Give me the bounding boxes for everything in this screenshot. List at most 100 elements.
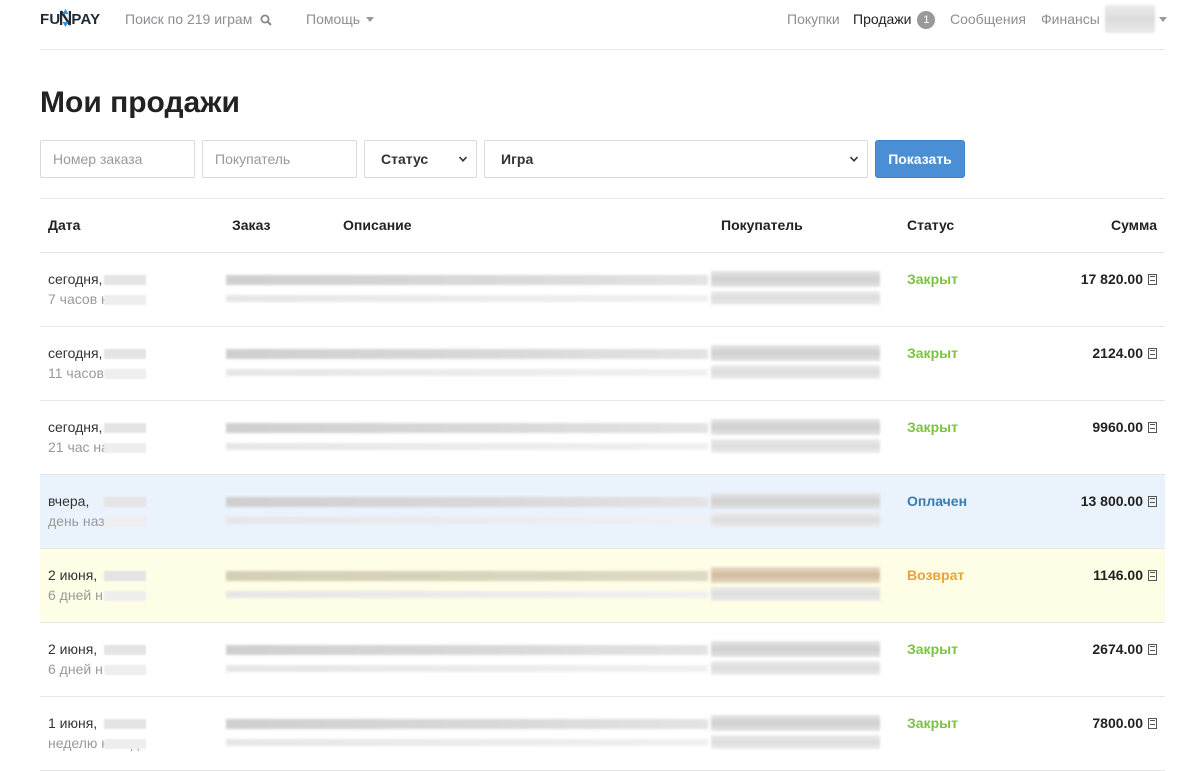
sales-label: Продажи (853, 11, 912, 27)
row-time-ago: 11 часов (48, 365, 104, 381)
redacted-time (104, 719, 146, 729)
game-search-label: Поиск по 219 играм (125, 11, 253, 27)
table-row[interactable]: сегодня, 11 часов Закрыт 2124.00 (40, 327, 1165, 401)
table-row[interactable]: сегодня, 21 час на Закрыт 9960.00 (40, 401, 1165, 475)
redacted-order-description[interactable] (226, 571, 708, 581)
ruble-icon (1148, 422, 1157, 433)
row-date: сегодня, (48, 419, 103, 435)
header-order: Заказ (232, 217, 271, 233)
table-row[interactable]: сегодня, 7 часов н Закрыт 17 820.00 (40, 253, 1165, 327)
row-status: Закрыт (907, 641, 958, 657)
amount-value: 17 820.00 (1080, 271, 1143, 287)
row-status: Закрыт (907, 715, 958, 731)
messages-label: Сообщения (950, 11, 1026, 27)
header-date: Дата (48, 217, 81, 233)
redacted-time (104, 739, 146, 749)
redacted-order-description (226, 665, 708, 672)
redacted-time (104, 645, 146, 655)
row-amount: 2124.00 (1092, 345, 1157, 361)
redacted-buyer[interactable] (711, 641, 880, 657)
nav-finances[interactable]: Финансы (1041, 11, 1100, 27)
redacted-order-description[interactable] (226, 645, 708, 655)
help-menu[interactable]: Помощь (306, 11, 375, 27)
row-status: Закрыт (907, 345, 958, 361)
row-amount: 2674.00 (1092, 641, 1157, 657)
chevron-down-icon (849, 156, 859, 162)
row-time-ago: 7 часов н (48, 291, 109, 307)
redacted-buyer (711, 587, 880, 601)
redacted-buyer (711, 365, 880, 379)
redacted-buyer[interactable] (711, 715, 880, 731)
sales-count-badge: 1 (917, 11, 936, 29)
row-amount: 1146.00 (1093, 567, 1157, 583)
game-select-value: Игра (501, 151, 534, 167)
redacted-order-description[interactable] (226, 719, 708, 729)
redacted-order-description[interactable] (226, 275, 708, 285)
redacted-time (104, 517, 146, 527)
status-select[interactable]: Статус (364, 140, 477, 178)
row-amount: 7800.00 (1092, 715, 1157, 731)
redacted-order-description[interactable] (226, 497, 708, 507)
chevron-down-icon (458, 156, 468, 162)
header-description: Описание (343, 217, 412, 233)
redacted-order-description[interactable] (226, 423, 708, 433)
row-date: 2 июня, (48, 567, 98, 583)
nav-purchases[interactable]: Покупки (787, 11, 840, 27)
game-search-link[interactable]: Поиск по 219 играм (125, 11, 273, 29)
row-status: Возврат (907, 567, 965, 583)
redacted-buyer[interactable] (711, 419, 880, 435)
funpay-logo[interactable]: FU PAY (40, 9, 100, 28)
redacted-order-description (226, 443, 708, 450)
row-date: вчера, (48, 493, 90, 509)
nav-sales[interactable]: Продажи 1 (853, 11, 936, 29)
sales-table: Дата Заказ Описание Покупатель Статус Су… (40, 198, 1165, 771)
redacted-buyer[interactable] (711, 567, 880, 583)
order-number-input[interactable] (40, 140, 195, 178)
redacted-order-description (226, 369, 708, 376)
redacted-buyer[interactable] (711, 345, 880, 361)
redacted-time (104, 423, 146, 433)
game-select[interactable]: Игра (484, 140, 868, 178)
row-amount: 9960.00 (1092, 419, 1157, 435)
redacted-buyer[interactable] (711, 493, 880, 509)
redacted-time (104, 591, 146, 601)
chevron-down-icon (366, 17, 375, 22)
purchases-label: Покупки (787, 11, 840, 27)
redacted-order-description (226, 591, 708, 598)
row-date: 2 июня, (48, 641, 98, 657)
table-row[interactable]: вчера, день наз Оплачен 13 800.00 (40, 475, 1165, 549)
logo-text: FU PAY (40, 9, 101, 28)
redacted-time (104, 275, 146, 285)
buyer-input[interactable] (202, 140, 357, 178)
redacted-order-description (226, 739, 708, 746)
amount-value: 2674.00 (1092, 641, 1143, 657)
nav-messages[interactable]: Сообщения (950, 11, 1026, 27)
top-navbar: FU PAY Поиск по 219 играм Помощь Покупки … (40, 0, 1167, 50)
table-row[interactable]: 1 июня, неделю назад Закрыт 7800.00 (40, 697, 1165, 771)
table-row[interactable]: 2 июня, 6 дней н Возврат 1146.00 (40, 549, 1165, 623)
header-status: Статус (907, 217, 955, 233)
redacted-buyer (711, 735, 880, 749)
ruble-icon (1148, 496, 1157, 507)
redacted-time (104, 497, 146, 507)
row-date: сегодня, (48, 345, 103, 361)
row-status: Оплачен (907, 493, 968, 509)
ruble-icon (1148, 274, 1157, 285)
help-label: Помощь (306, 11, 361, 27)
redacted-buyer[interactable] (711, 271, 880, 287)
show-button[interactable]: Показать (875, 140, 965, 178)
table-header: Дата Заказ Описание Покупатель Статус Су… (40, 199, 1165, 253)
row-date: сегодня, (48, 271, 103, 287)
redacted-time (104, 665, 146, 675)
redacted-order-description (226, 295, 708, 302)
row-status: Закрыт (907, 271, 958, 287)
row-time-ago: 6 дней н (48, 587, 103, 603)
table-row[interactable]: 2 июня, 6 дней н Закрыт 2674.00 (40, 623, 1165, 697)
ruble-icon (1148, 348, 1157, 359)
user-menu-chevron-icon[interactable] (1159, 17, 1167, 22)
row-time-ago: 6 дней н (48, 661, 103, 677)
user-menu-avatar[interactable] (1105, 5, 1155, 33)
redacted-order-description[interactable] (226, 349, 708, 359)
ruble-icon (1148, 718, 1157, 729)
row-status: Закрыт (907, 419, 958, 435)
